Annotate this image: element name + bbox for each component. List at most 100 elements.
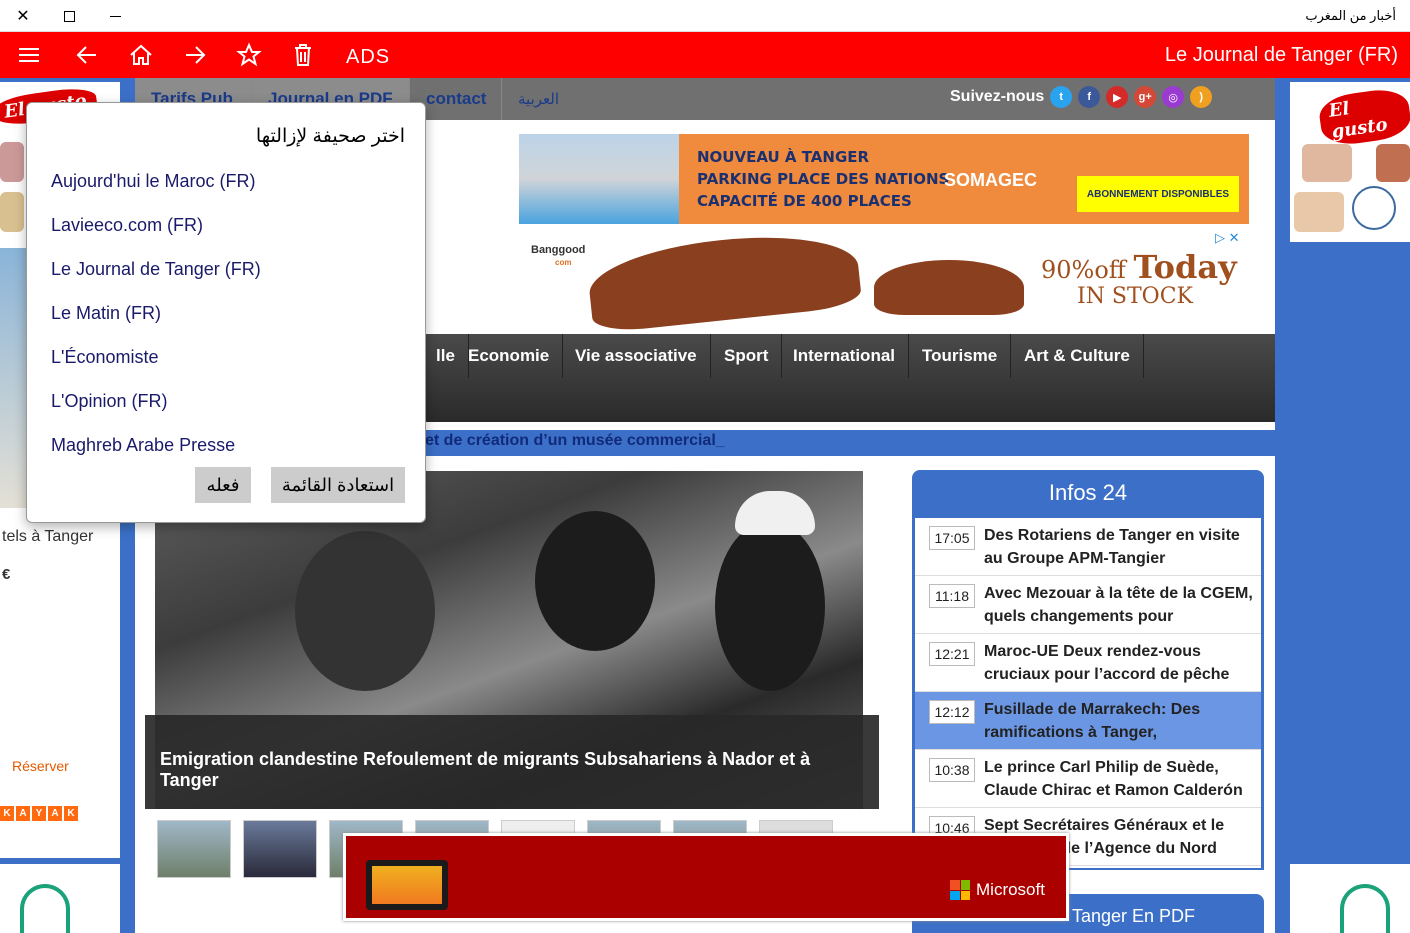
instagram-icon[interactable]: ◎ [1162, 86, 1185, 108]
shoe-image [874, 260, 1024, 315]
remove-paper-flyout: اختر صحيفة لإزالتها Aujourd'hui le Maroc… [26, 102, 426, 523]
hamburger-icon [19, 48, 39, 62]
microsoft-brand: Microsoft [950, 880, 1045, 900]
paper-option-lavieeco[interactable]: Lavieeco.com (FR) [51, 215, 203, 236]
window-title-bar: ✕ أخبار من المغرب [0, 0, 1410, 32]
list-item[interactable]: 11:18 Avec Mezouar à la tête de la CGEM,… [915, 576, 1261, 634]
paper-option-lopinion[interactable]: L'Opinion (FR) [51, 391, 167, 412]
right-ad-elgusto[interactable]: El gusto [1290, 82, 1410, 242]
item-time: 12:21 [929, 642, 975, 666]
minimize-window-button[interactable] [92, 0, 138, 32]
app-toolbar: ADS Le Journal de Tanger (FR) [0, 32, 1410, 78]
close-window-button[interactable]: ✕ [0, 0, 46, 32]
youtube-icon[interactable]: ▶ [1106, 86, 1129, 108]
list-item[interactable]: 12:21 Maroc-UE Deux rendez-vous cruciaux… [915, 634, 1261, 692]
elgusto-logo: El gusto [1316, 85, 1410, 149]
item-title: Fusillade de Marrakech: Des ramification… [984, 701, 1201, 741]
cat-tourisme[interactable]: Tourisme [909, 334, 1012, 378]
ad-choices-icon[interactable]: ▷ ✕ [1215, 230, 1240, 246]
menu-button[interactable] [4, 32, 54, 78]
shoe-image [585, 226, 863, 334]
minimize-icon [109, 15, 121, 17]
item-time: 12:12 [929, 700, 975, 724]
facebook-icon[interactable]: f [1078, 86, 1101, 108]
follow-us: Suivez-nous t f ▶ g+ ◎ ) [950, 86, 1213, 108]
thumbnail[interactable] [243, 820, 317, 878]
hero-figure [295, 531, 435, 691]
item-title: Des Rotariens de Tanger en visite au Gro… [984, 527, 1240, 567]
banggood-ad[interactable]: Banggood com 90%off Today IN STOCK ▷ ✕ [519, 226, 1249, 334]
google-plus-icon[interactable]: g+ [1134, 86, 1157, 108]
close-icon: ✕ [16, 8, 30, 25]
item-time: 10:38 [929, 758, 975, 782]
cat-sport[interactable]: Sport [711, 334, 783, 378]
paper-option-map[interactable]: Maghreb Arabe Presse [51, 435, 235, 456]
tablet-icon [366, 860, 448, 910]
food-image [1294, 192, 1344, 232]
maximize-window-button[interactable] [46, 0, 92, 32]
food-image [0, 192, 24, 232]
list-item-selected[interactable]: 12:12 Fusillade de Marrakech: Des ramifi… [915, 692, 1261, 750]
star-icon [236, 42, 262, 67]
flyout-title: اختر صحيفة لإزالتها [255, 126, 405, 147]
hero-cap [735, 491, 815, 535]
ad-offer: 90%off Today [1041, 248, 1237, 286]
hero-figure [535, 511, 655, 651]
item-time: 17:05 [929, 526, 975, 550]
food-image [1376, 144, 1410, 182]
microsoft-ad[interactable]: Microsoft [343, 833, 1069, 921]
paper-option-leconomiste[interactable]: L'Économiste [51, 347, 159, 368]
ad-stock: IN STOCK [1077, 284, 1193, 309]
left-ad-photo[interactable] [0, 248, 28, 508]
cat-international[interactable]: International [780, 334, 910, 378]
food-image [0, 142, 24, 182]
ads-button[interactable]: ADS [346, 46, 390, 69]
kayak-logo[interactable]: K A Y A K [0, 806, 78, 821]
thumbnail[interactable] [157, 820, 231, 878]
item-title: Avec Mezouar à la tête de la CGEM, quels… [984, 585, 1253, 625]
somagec-ad[interactable]: NOUVEAU À TANGER PARKING PLACE DES NATIO… [519, 134, 1249, 224]
reserve-link[interactable]: Réserver [12, 758, 69, 774]
cat-economie[interactable]: Economie [455, 334, 564, 378]
cat-vie-associative[interactable]: Vie associative [562, 334, 711, 378]
favorite-button[interactable] [224, 32, 274, 78]
forward-button[interactable] [170, 32, 220, 78]
home-button[interactable] [116, 32, 166, 78]
delete-button[interactable] [278, 32, 328, 78]
ad-parking-photo [519, 134, 679, 224]
back-button[interactable] [62, 32, 112, 78]
home-icon [130, 44, 152, 65]
restore-list-button[interactable]: استعادة القائمة [271, 467, 405, 503]
nav-arabic[interactable]: العربية [502, 78, 582, 120]
paper-option-le-matin[interactable]: Le Matin (FR) [51, 303, 161, 324]
item-time: 11:18 [929, 584, 975, 608]
arrow-left-icon [76, 46, 96, 64]
paper-option-aujourdhui[interactable]: Aujourd'hui le Maroc (FR) [51, 171, 256, 192]
twitter-icon[interactable]: t [1050, 86, 1073, 108]
right-bottom-ad[interactable] [1290, 864, 1410, 933]
do-it-button[interactable]: فعله [195, 467, 251, 503]
left-bottom-ad[interactable] [0, 864, 120, 933]
ad-cta[interactable]: ABONNEMENT DISPONIBLES [1077, 176, 1239, 212]
current-paper-title: Le Journal de Tanger (FR) [1164, 44, 1398, 66]
pharmacy-logo-icon [20, 884, 70, 933]
window-title: أخبار من المغرب [1305, 8, 1396, 23]
food-image [1302, 144, 1352, 182]
infos24-list: 17:05 Des Rotariens de Tanger en visite … [915, 518, 1261, 868]
trash-icon [295, 44, 311, 66]
list-item[interactable]: 10:38 Le prince Carl Philip de Suède, Cl… [915, 750, 1261, 808]
rss-icon[interactable]: ) [1190, 86, 1213, 108]
item-title: Le prince Carl Philip de Suède, Claude C… [984, 759, 1243, 799]
item-title: Maroc-UE Deux rendez-vous cruciaux pour … [984, 643, 1230, 683]
ticker-text: et de création d’un musée commercial_ [425, 432, 725, 449]
somagec-logo: SOMAGEC [944, 170, 1038, 190]
follow-label: Suivez-nous [950, 88, 1045, 105]
hero-caption[interactable]: Emigration clandestine Refoulement de mi… [145, 715, 879, 809]
list-item[interactable]: 17:05 Des Rotariens de Tanger en visite … [915, 518, 1261, 576]
microsoft-logo-icon [950, 880, 970, 900]
paper-option-journal-tanger[interactable]: Le Journal de Tanger (FR) [51, 259, 261, 280]
cat-art-culture[interactable]: Art & Culture [1011, 334, 1144, 378]
banggood-logo: Banggood com [531, 244, 586, 267]
infos24-title: Infos 24 [1048, 480, 1128, 505]
ad-text: NOUVEAU À TANGER PARKING PLACE DES NATIO… [697, 148, 950, 210]
